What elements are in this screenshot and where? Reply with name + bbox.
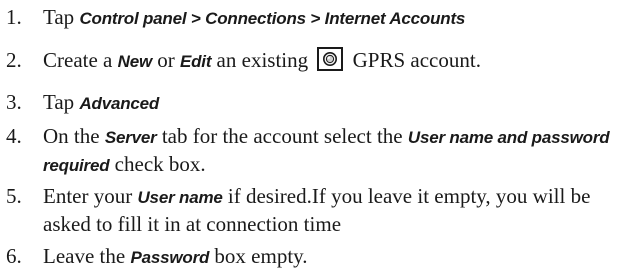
step-number: 5. <box>6 184 22 208</box>
step-6-text-empty: box empty. <box>209 244 308 268</box>
new-label: New <box>117 52 153 71</box>
step-3-text-tap: Tap <box>43 90 80 114</box>
step-number: 1. <box>6 5 22 29</box>
step-4-text-checkbox: check box. <box>109 152 206 176</box>
step-6-text-leave: Leave the <box>43 244 131 268</box>
step-5-text-enter: Enter your <box>43 184 138 208</box>
step-2-text-or: or <box>151 48 180 72</box>
step-text: Enter your User name if desired.If you l… <box>43 183 626 238</box>
step-4-text-select: tab for the account select the <box>156 124 408 148</box>
step-5: 5. Enter your User name if desired.If yo… <box>6 183 626 238</box>
server-tab-label: Server <box>104 128 157 147</box>
step-1: 1. Tap Control panel > Connections > Int… <box>6 4 626 32</box>
step-number: 3. <box>6 90 22 114</box>
advanced-label: Advanced <box>79 94 160 113</box>
gprs-account-icon <box>317 47 344 71</box>
step-text: Leave the Password box empty. <box>43 243 626 271</box>
edit-label: Edit <box>179 52 212 71</box>
step-number: 2. <box>6 48 22 72</box>
step-2-text-existing: an existing <box>211 48 314 72</box>
step-text: Tap Advanced <box>43 89 626 117</box>
password-label: Password <box>130 248 210 267</box>
step-number: 6. <box>6 244 22 268</box>
step-text: Create a New or Edit an existing GPRS ac… <box>43 47 626 75</box>
step-4: 4. On the Server tab for the account sel… <box>6 123 626 179</box>
step-1-text-tap: Tap <box>43 5 80 29</box>
step-2: 2. Create a New or Edit an existing GPRS… <box>6 47 626 75</box>
control-panel-path: Control panel > Connections > Internet A… <box>79 9 466 28</box>
step-2-text-create: Create a <box>43 48 118 72</box>
step-4-text-on: On the <box>43 124 105 148</box>
step-6: 6. Leave the Password box empty. <box>6 243 626 271</box>
step-2-text-gprs: GPRS account. <box>347 48 481 72</box>
step-3: 3. Tap Advanced <box>6 89 626 117</box>
user-name-label: User name <box>137 188 223 207</box>
step-number: 4. <box>6 124 22 148</box>
step-text: On the Server tab for the account select… <box>43 123 626 179</box>
step-text: Tap Control panel > Connections > Intern… <box>43 4 626 32</box>
